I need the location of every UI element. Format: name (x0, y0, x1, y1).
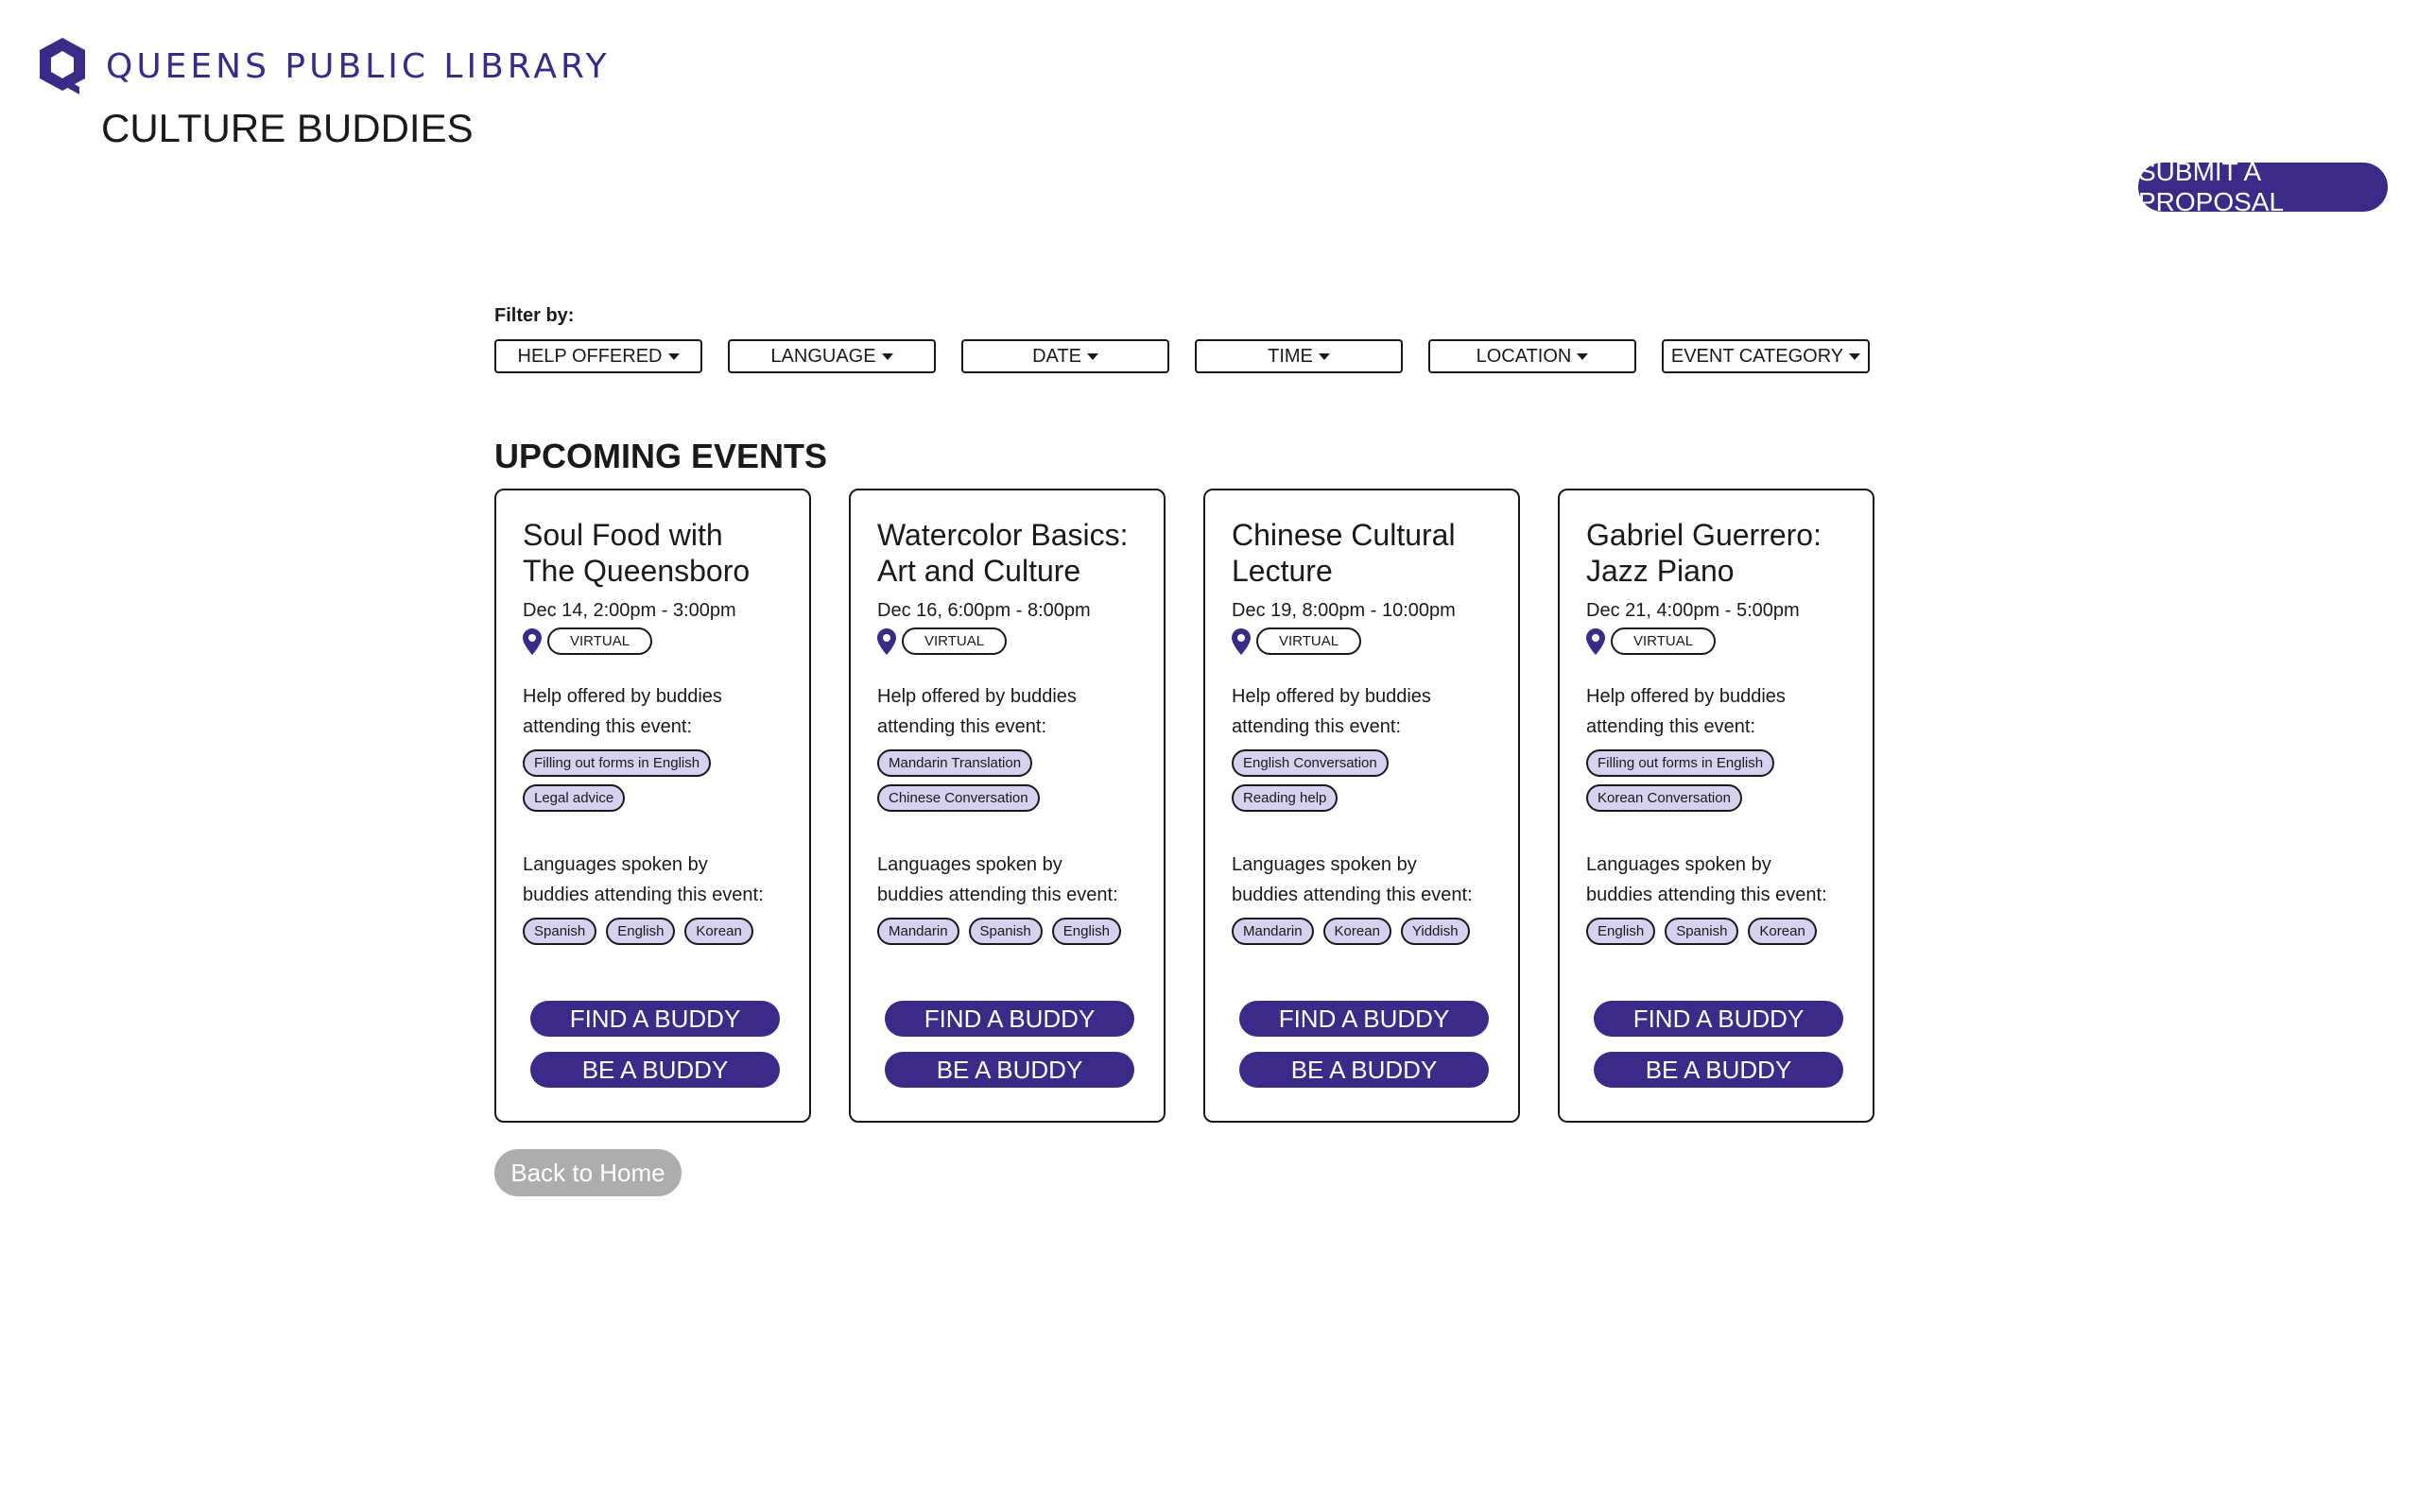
filter-bar: HELP OFFERED LANGUAGE DATE TIME LOCATION… (494, 339, 1870, 373)
help-tag: Reading help (1232, 784, 1339, 812)
submit-proposal-button[interactable]: SUBMIT A PROPOSAL (2138, 157, 2388, 216)
event-card: Soul Food with The Queensboro Dec 14, 2:… (494, 489, 811, 1123)
logo-text: QUEENS PUBLIC LIBRARY (106, 46, 611, 86)
filter-location[interactable]: LOCATION (1428, 339, 1636, 373)
find-buddy-button[interactable]: FIND A BUDDY (1239, 1001, 1489, 1037)
filter-help-offered[interactable]: HELP OFFERED (494, 339, 702, 373)
caret-down-icon (881, 352, 893, 360)
event-title: Chinese Cultural Lecture (1232, 518, 1456, 588)
help-label: Help offered by buddies attending this e… (523, 686, 722, 737)
event-card: Watercolor Basics: Art and Culture Dec 1… (849, 489, 1166, 1123)
language-tag: Korean (684, 918, 753, 945)
caret-down-icon (667, 352, 680, 360)
event-title: Gabriel Guerrero: Jazz Piano (1586, 518, 1822, 588)
event-card-list: Soul Food with The Queensboro Dec 14, 2:… (494, 489, 1874, 1123)
be-buddy-button[interactable]: BE A BUDDY (1239, 1052, 1489, 1088)
help-tags: English Conversation Reading help (1232, 749, 1496, 823)
filter-time[interactable]: TIME (1195, 339, 1403, 373)
help-tag: English Conversation (1232, 749, 1389, 777)
language-tag: English (606, 918, 676, 945)
event-location: VIRTUAL (877, 627, 1137, 655)
find-buddy-button[interactable]: FIND A BUDDY (885, 1001, 1134, 1037)
location-badge: VIRTUAL (1611, 627, 1717, 655)
find-buddy-button[interactable]: FIND A BUDDY (530, 1001, 780, 1037)
filter-event-category[interactable]: EVENT CATEGORY (1662, 339, 1870, 373)
event-title: Soul Food with The Queensboro (523, 518, 751, 588)
filter-language-label: LANGUAGE (770, 345, 876, 367)
caret-down-icon (1849, 352, 1861, 360)
event-location: VIRTUAL (1232, 627, 1492, 655)
language-tag: English (1051, 918, 1121, 945)
language-tag: Korean (1748, 918, 1817, 945)
event-date: Dec 19, 8:00pm - 10:00pm (1232, 600, 1456, 621)
filter-date[interactable]: DATE (961, 339, 1169, 373)
help-tag: Mandarin Translation (877, 749, 1033, 777)
event-title: Watercolor Basics: Art and Culture (877, 518, 1129, 588)
caret-down-icon (1318, 352, 1330, 360)
be-buddy-button[interactable]: BE A BUDDY (530, 1052, 780, 1088)
help-tag: Legal advice (523, 784, 626, 812)
filter-location-label: LOCATION (1476, 345, 1572, 367)
language-tag: Spanish (968, 918, 1043, 945)
help-tags: Filling out forms in English Korean Conv… (1586, 749, 1851, 823)
languages-label: Languages spoken by buddies attending th… (523, 854, 764, 905)
caret-down-icon (1086, 352, 1098, 360)
language-tag: Mandarin (877, 918, 959, 945)
help-tag: Korean Conversation (1586, 784, 1742, 812)
be-buddy-button[interactable]: BE A BUDDY (885, 1052, 1134, 1088)
map-pin-icon (1586, 627, 1605, 655)
queens-library-logo-icon (40, 38, 85, 94)
back-to-home-button[interactable]: Back to Home (494, 1149, 682, 1196)
map-pin-icon (523, 627, 542, 655)
language-tag: English (1586, 918, 1656, 945)
filter-language[interactable]: LANGUAGE (728, 339, 936, 373)
languages-label: Languages spoken by buddies attending th… (1586, 854, 1827, 905)
caret-down-icon (1577, 352, 1589, 360)
language-tag: Spanish (523, 918, 597, 945)
help-label: Help offered by buddies attending this e… (877, 686, 1077, 737)
language-tag: Yiddish (1400, 918, 1470, 945)
filter-help-offered-label: HELP OFFERED (517, 345, 663, 367)
help-label: Help offered by buddies attending this e… (1232, 686, 1431, 737)
map-pin-icon (877, 627, 896, 655)
event-date: Dec 21, 4:00pm - 5:00pm (1586, 600, 1800, 621)
help-tag: Filling out forms in English (523, 749, 712, 777)
event-date: Dec 16, 6:00pm - 8:00pm (877, 600, 1091, 621)
location-badge: VIRTUAL (902, 627, 1008, 655)
event-location: VIRTUAL (1586, 627, 1846, 655)
language-tags: Mandarin Spanish English (877, 918, 1142, 945)
filter-event-category-label: EVENT CATEGORY (1670, 345, 1844, 367)
filter-time-label: TIME (1268, 345, 1313, 367)
languages-label: Languages spoken by buddies attending th… (877, 854, 1118, 905)
be-buddy-button[interactable]: BE A BUDDY (1594, 1052, 1843, 1088)
help-tag: Filling out forms in English (1586, 749, 1775, 777)
filter-date-label: DATE (1032, 345, 1081, 367)
event-date: Dec 14, 2:00pm - 3:00pm (523, 600, 736, 621)
find-buddy-button[interactable]: FIND A BUDDY (1594, 1001, 1843, 1037)
help-tags: Mandarin Translation Chinese Conversatio… (877, 749, 1142, 823)
event-card: Gabriel Guerrero: Jazz Piano Dec 21, 4:0… (1558, 489, 1874, 1123)
section-title: UPCOMING EVENTS (494, 437, 828, 475)
language-tag: Spanish (1665, 918, 1739, 945)
help-tags: Filling out forms in English Legal advic… (523, 749, 787, 823)
map-pin-icon (1232, 627, 1251, 655)
help-label: Help offered by buddies attending this e… (1586, 686, 1786, 737)
location-badge: VIRTUAL (1256, 627, 1362, 655)
language-tags: Mandarin Korean Yiddish (1232, 918, 1496, 945)
location-badge: VIRTUAL (547, 627, 653, 655)
help-tag: Chinese Conversation (877, 784, 1040, 812)
event-location: VIRTUAL (523, 627, 783, 655)
language-tags: English Spanish Korean (1586, 918, 1851, 945)
page-title: CULTURE BUDDIES (101, 106, 474, 150)
language-tags: Spanish English Korean (523, 918, 787, 945)
filter-label: Filter by: (494, 305, 575, 326)
library-logo[interactable]: QUEENS PUBLIC LIBRARY (38, 36, 611, 96)
language-tag: Korean (1322, 918, 1391, 945)
languages-label: Languages spoken by buddies attending th… (1232, 854, 1473, 905)
language-tag: Mandarin (1232, 918, 1314, 945)
event-card: Chinese Cultural Lecture Dec 19, 8:00pm … (1203, 489, 1520, 1123)
